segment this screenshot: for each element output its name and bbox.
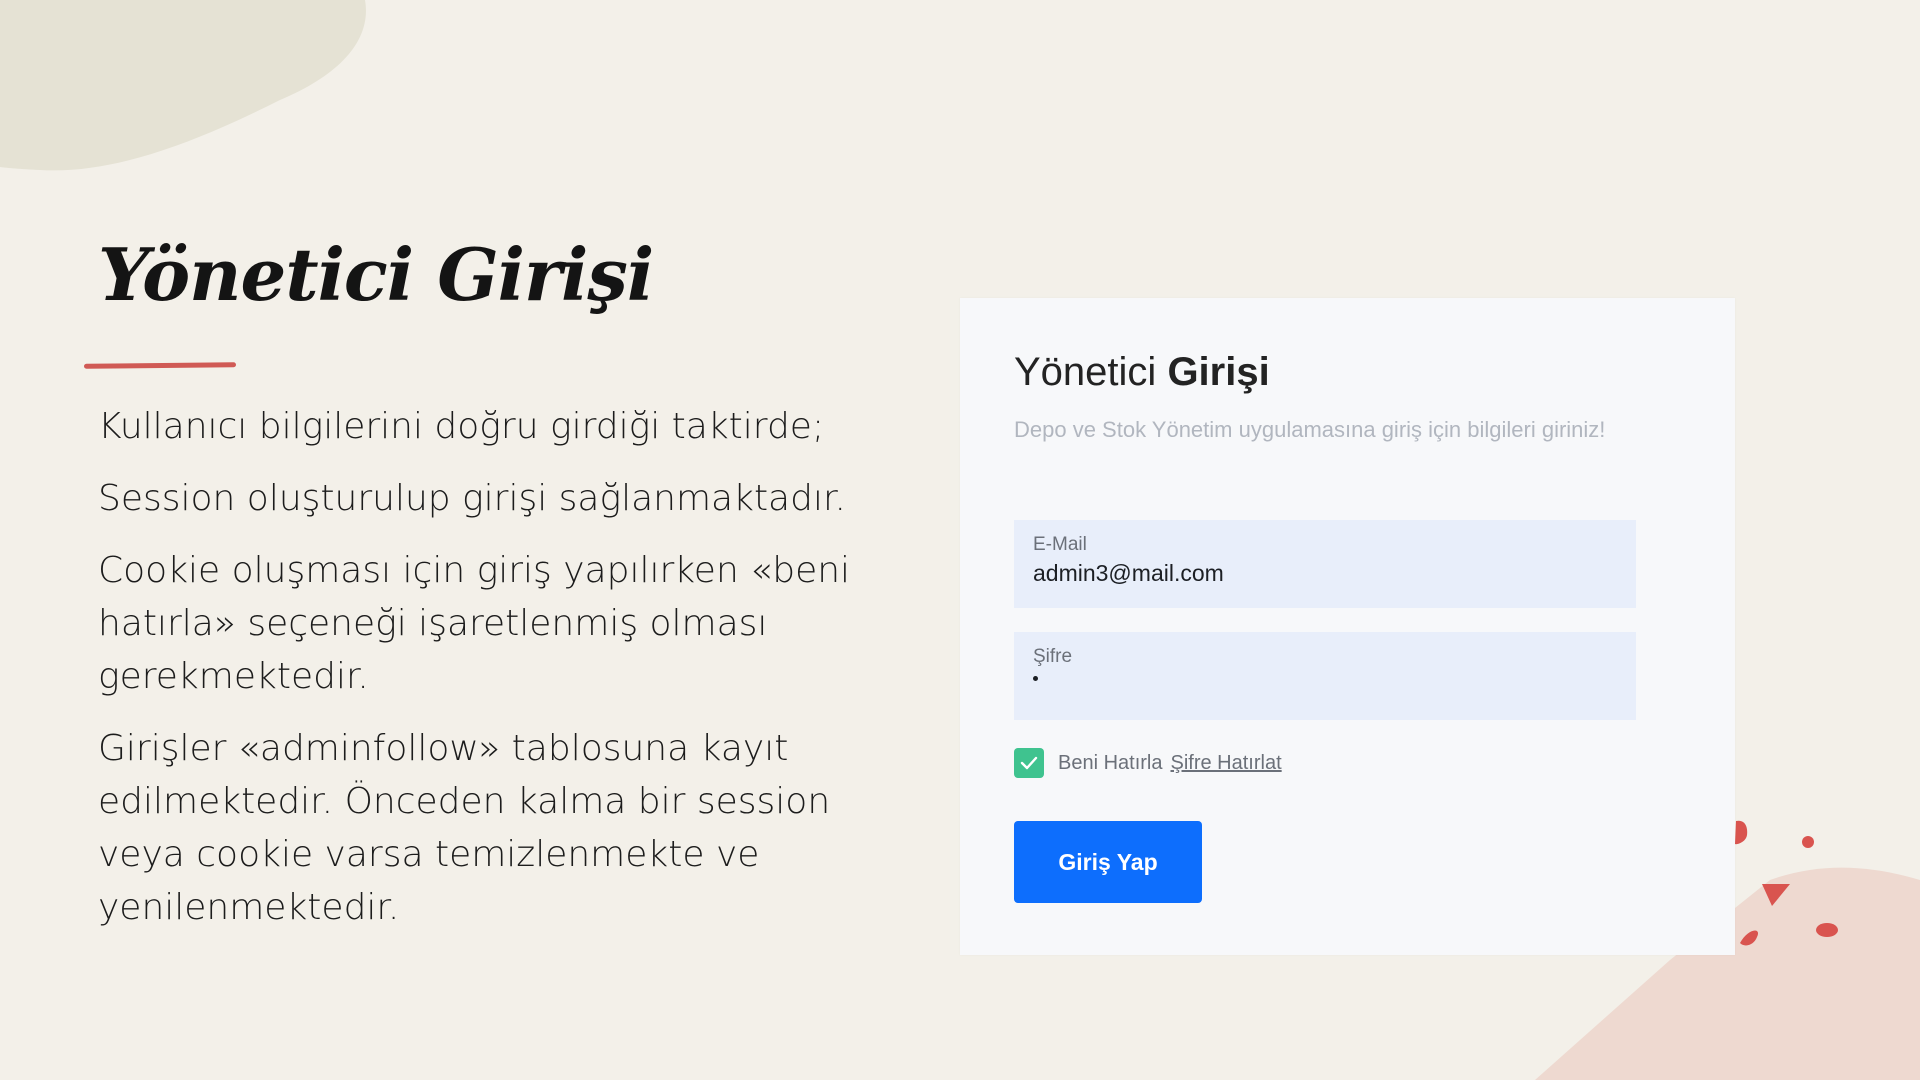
paragraph-4: Girişler «adminfollow» tablosuna kayıt e… [98,728,831,928]
login-subtitle: Depo ve Stok Yönetim uygulamasına giriş … [1014,417,1606,442]
password-mask-dot [1033,676,1038,681]
remember-checkbox[interactable] [1014,748,1044,778]
remember-row: Beni Hatırla Şifre Hatırlat [1014,748,1282,778]
remember-label: Beni Hatırla [1058,751,1163,774]
login-title-light: Yönetici [1014,350,1157,394]
password-label: Şifre [1033,646,1073,667]
email-field[interactable]: E-Mail admin3@mail.com [1014,520,1636,608]
email-label: E-Mail [1033,534,1087,555]
login-button[interactable]: Giriş Yap [1014,821,1202,903]
password-field[interactable]: Şifre [1014,632,1636,720]
paragraph-1: Kullanıcı bilgilerini doğru girdiği takt… [98,406,825,447]
login-card-title: Yönetici Girişi [1014,350,1270,395]
paragraph-3: Cookie oluşması için giriş yapılırken «b… [98,550,851,697]
slide-title: Yönetici Girişi [98,232,654,317]
email-value: admin3@mail.com [1033,560,1224,586]
login-title-bold: Girişi [1167,350,1270,394]
decorative-blob-top-left [0,0,366,171]
paragraph-2: Session oluşturulup girişi sağlanmaktadı… [98,478,846,519]
login-card: Yönetici Girişi Depo ve Stok Yönetim uyg… [960,298,1735,955]
title-underline [83,362,237,369]
slide-body: Kullanıcı bilgilerini doğru girdiği takt… [98,400,868,953]
check-icon [1020,756,1038,770]
forgot-password-link[interactable]: Şifre Hatırlat [1171,752,1282,775]
